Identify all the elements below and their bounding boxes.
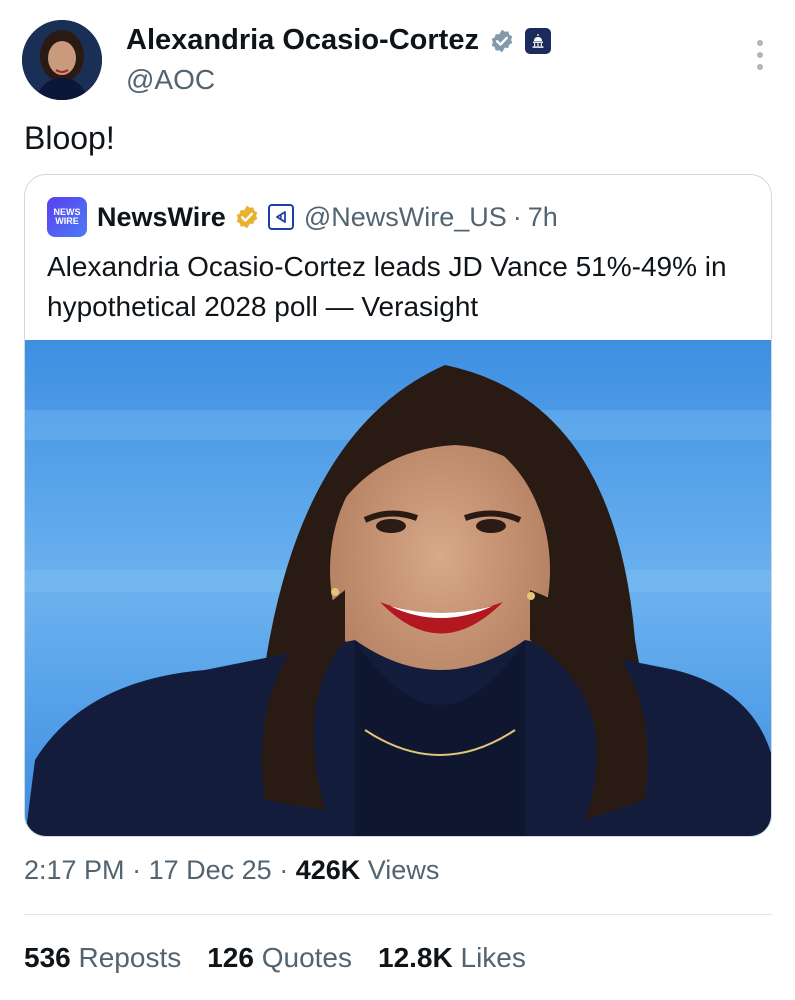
author-handle[interactable]: @AOC (126, 64, 215, 96)
likes-label: Likes (460, 942, 526, 973)
likes-count: 12.8K (378, 942, 453, 973)
avatar-photo (22, 20, 102, 100)
quotes-count: 126 (207, 942, 254, 973)
post-text: Bloop! (24, 120, 115, 156)
newswire-logo[interactable]: NEWS WIRE (47, 197, 87, 237)
separator-dot: · (512, 201, 522, 232)
quoted-author-handle[interactable]: @NewsWire_US (304, 202, 507, 233)
quoted-post-time[interactable]: 7h (528, 202, 558, 233)
post-meta: 2:17 PM · 17 Dec 25 · 426K Views (24, 855, 439, 886)
quoted-author-name[interactable]: NewsWire (97, 202, 226, 233)
quotes-stat[interactable]: 126 Quotes (207, 942, 352, 974)
quoted-post-header: NEWS WIRE NewsWire @NewsWire_US · 7h (47, 197, 558, 237)
post-time[interactable]: 2:17 PM (24, 855, 125, 885)
quotes-label: Quotes (261, 942, 352, 973)
likes-stat[interactable]: 12.8K Likes (378, 942, 526, 974)
gold-verified-badge-icon (236, 205, 258, 229)
reposts-count: 536 (24, 942, 71, 973)
author-name[interactable]: Alexandria Ocasio-Cortez (126, 24, 479, 57)
verified-badge-icon (491, 29, 513, 52)
divider (24, 914, 772, 915)
reposts-label: Reposts (78, 942, 182, 973)
affiliate-badge-icon (267, 204, 294, 230)
engagement-stats: 536 Reposts 126 Quotes 12.8K Likes (24, 942, 552, 974)
more-options-icon[interactable] (755, 40, 765, 70)
post-date[interactable]: 17 Dec 25 (149, 855, 272, 885)
reposts-stat[interactable]: 536 Reposts (24, 942, 181, 974)
views-label: Views (367, 855, 440, 885)
separator-dot: · (279, 855, 289, 885)
quoted-post-text: Alexandria Ocasio-Cortez leads JD Vance … (47, 251, 727, 322)
views-count: 426K (295, 855, 361, 885)
quoted-post-image[interactable] (25, 340, 771, 836)
avatar[interactable] (22, 20, 102, 100)
quoted-post[interactable]: NEWS WIRE NewsWire @NewsWire_US · 7h Ale… (24, 174, 772, 837)
government-affiliation-icon (524, 27, 551, 54)
portrait-photo (25, 340, 771, 836)
separator-dot: · (132, 855, 142, 885)
post-header: Alexandria Ocasio-Cortez @AOC (22, 20, 773, 100)
